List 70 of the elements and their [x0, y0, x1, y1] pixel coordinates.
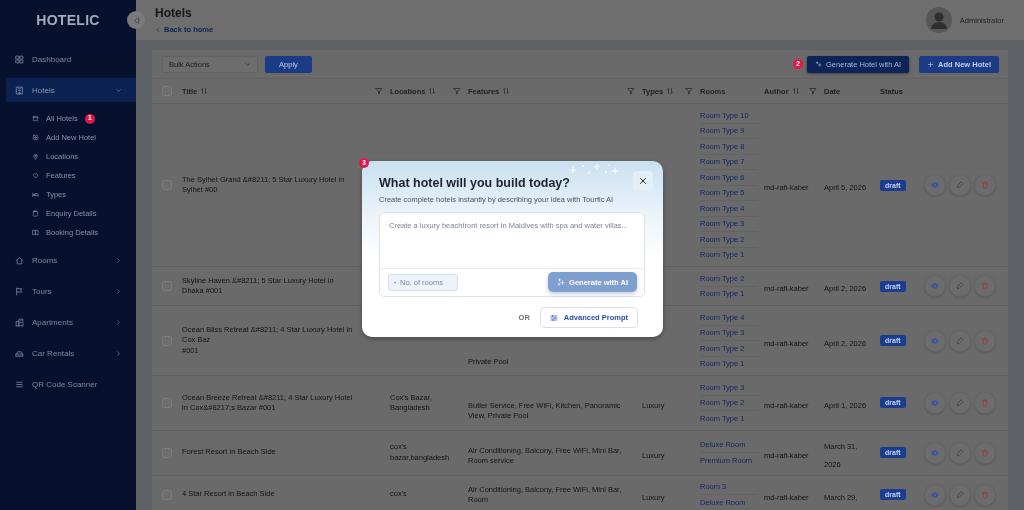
book-icon [32, 229, 39, 236]
view-button[interactable] [924, 483, 946, 506]
view-button[interactable] [924, 275, 946, 297]
view-button[interactable] [924, 329, 946, 352]
pencil-icon [956, 181, 964, 189]
delete-button[interactable] [974, 391, 996, 414]
grid-icon [15, 54, 24, 64]
plus-square-icon [32, 134, 39, 141]
pencil-icon [956, 490, 964, 499]
edit-button[interactable] [949, 483, 971, 506]
pencil-icon [956, 282, 964, 290]
collapse-button[interactable] [127, 11, 145, 29]
trash-icon [981, 398, 989, 407]
page-title: Hotels [155, 6, 193, 20]
building-icon [15, 85, 24, 95]
sparkle-icon [815, 60, 823, 68]
eye-icon [931, 336, 939, 345]
delete-button[interactable] [974, 275, 996, 297]
clipboard-icon [32, 210, 39, 217]
pencil-icon [956, 448, 964, 457]
chevron-down-icon [244, 60, 251, 68]
plus-icon [927, 60, 935, 68]
sidebar-item[interactable]: Dashboard [6, 47, 136, 71]
delete-button[interactable] [974, 329, 996, 352]
eye-icon [931, 448, 939, 457]
logo: HOTELIC [36, 12, 100, 28]
trash-icon [981, 181, 989, 189]
close-icon [639, 177, 647, 185]
sliders-icon [549, 313, 558, 322]
trash-icon [981, 336, 989, 345]
flag-icon [15, 286, 24, 296]
eye-icon [931, 398, 939, 407]
sidebar-item[interactable]: Hotels [6, 78, 136, 102]
eye-icon [931, 282, 939, 290]
edit-button[interactable] [949, 329, 971, 352]
edit-button[interactable] [949, 275, 971, 297]
view-button[interactable] [924, 391, 946, 414]
trash-icon [981, 448, 989, 457]
calendar-icon [32, 115, 39, 122]
edit-button[interactable] [949, 441, 971, 464]
chevron-left-icon [155, 26, 161, 33]
delete-button[interactable] [974, 483, 996, 506]
sidebar-item[interactable]: Tours [6, 279, 136, 303]
eye-icon [931, 490, 939, 499]
avatar-icon [925, 7, 952, 33]
eye-icon [931, 181, 939, 189]
sparkle-icon [557, 278, 566, 286]
pencil-icon [956, 398, 964, 407]
trash-icon [981, 282, 989, 290]
edit-button[interactable] [949, 391, 971, 414]
house-icon [15, 255, 24, 265]
sidebar-item[interactable]: Car Rentals [6, 341, 136, 365]
delete-button[interactable] [974, 441, 996, 464]
collapse-icon [131, 15, 141, 25]
trash-icon [981, 490, 989, 499]
pin-icon [32, 153, 39, 160]
pencil-icon [956, 336, 964, 345]
sidebar-item[interactable]: QR Code Scanner [6, 372, 136, 396]
car-icon [15, 348, 24, 358]
apartment-icon [15, 317, 24, 327]
edit-button[interactable] [949, 174, 971, 196]
heart-icon [32, 172, 39, 179]
sidebar-item[interactable]: Rooms [6, 248, 136, 272]
delete-button[interactable] [974, 174, 996, 196]
sidebar-item[interactable]: Apartments [6, 310, 136, 334]
view-button[interactable] [924, 441, 946, 464]
list-icon [15, 379, 24, 389]
modal-title: What hotel will you build today? [379, 176, 570, 190]
view-button[interactable] [924, 174, 946, 196]
close-button[interactable] [633, 171, 653, 191]
